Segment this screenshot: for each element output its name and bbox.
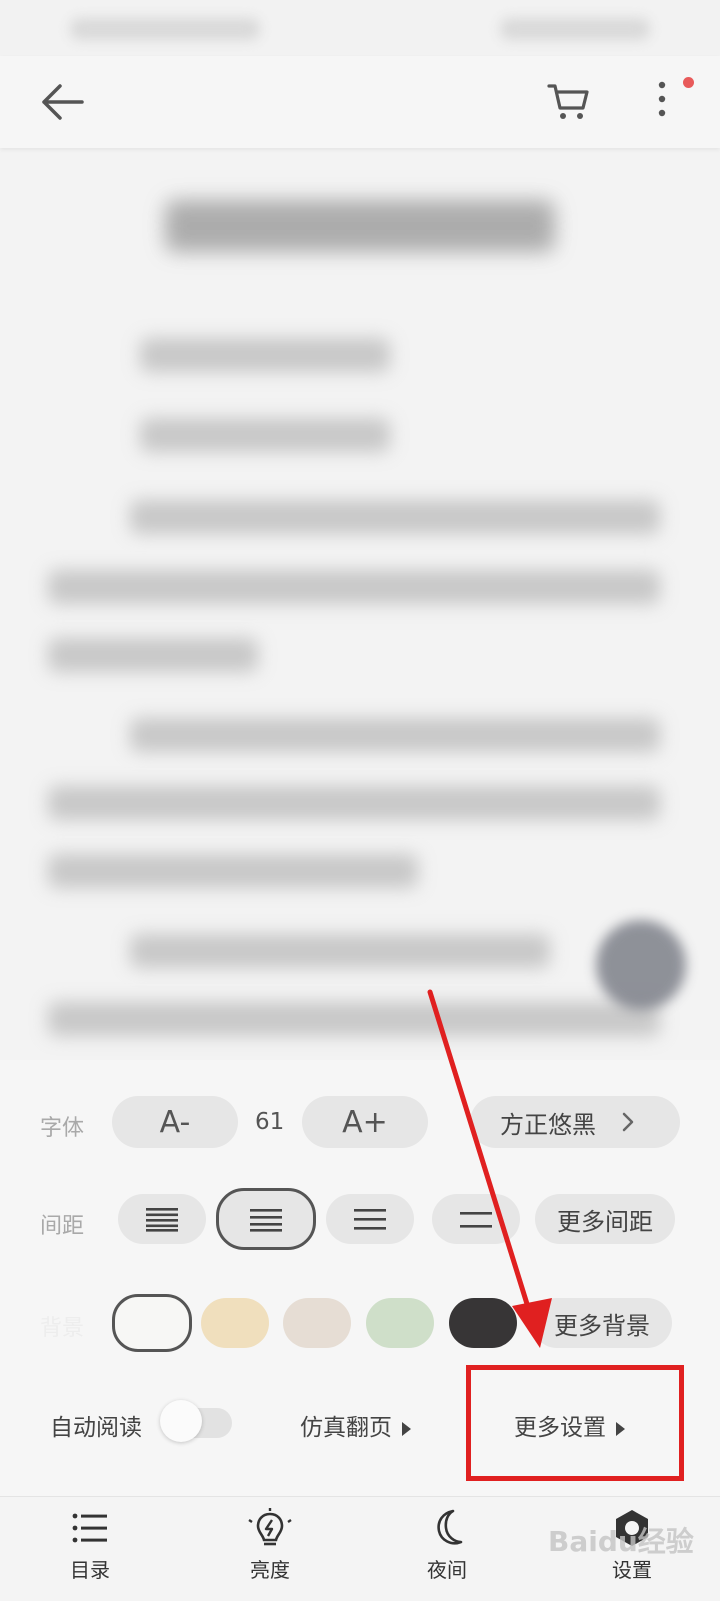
font-size-value: 61 (255, 1109, 285, 1135)
nav-label-night-mode: 夜间 (427, 1558, 467, 1582)
floating-button-blurred (596, 920, 686, 1010)
top-app-bar (0, 56, 720, 148)
background-swatch-beige[interactable] (201, 1298, 269, 1348)
more-vertical-icon (658, 81, 666, 117)
status-time-blurred (70, 18, 260, 40)
spacing-option-widest[interactable] (432, 1194, 520, 1244)
spacing-label: 间距 (40, 1214, 85, 1239)
brightness-icon (248, 1508, 292, 1546)
page-turn-mode-label: 仿真翻页 (300, 1415, 392, 1441)
page-turn-mode-button[interactable]: 仿真翻页 (300, 1408, 411, 1442)
spacing-dense-icon (146, 1208, 178, 1232)
background-swatch-dark[interactable] (449, 1298, 517, 1348)
background-swatch-white-selected[interactable] (112, 1294, 192, 1352)
reading-content-blurred (0, 150, 720, 1050)
spacing-loose-icon (354, 1209, 386, 1230)
more-spacing-button[interactable]: 更多间距 (535, 1194, 675, 1244)
spacing-normal-icon (250, 1209, 282, 1232)
watermark-text: Baidu经验 (548, 1525, 694, 1558)
nav-item-contents[interactable]: 目录 (40, 1508, 140, 1583)
font-family-label: 方正悠黑 (500, 1110, 596, 1139)
triangle-right-icon (402, 1421, 411, 1436)
back-button[interactable] (38, 80, 88, 124)
status-bar (0, 0, 720, 56)
spacing-widest-icon (460, 1212, 492, 1228)
cart-icon (547, 84, 589, 119)
moon-icon (437, 1509, 463, 1545)
more-background-button[interactable]: 更多背景 (532, 1298, 672, 1348)
font-family-button[interactable]: 方正悠黑 (470, 1096, 680, 1148)
auto-read-label: 自动阅读 (50, 1415, 142, 1441)
list-icon (72, 1513, 107, 1543)
more-menu-button[interactable] (648, 76, 678, 126)
chevron-right-icon (622, 1112, 634, 1132)
nav-item-night-mode[interactable]: 夜间 (397, 1508, 497, 1583)
background-label: 背景 (40, 1316, 85, 1341)
auto-read-toggle-knob[interactable] (160, 1400, 202, 1442)
background-swatch-green[interactable] (366, 1298, 434, 1348)
nav-item-brightness[interactable]: 亮度 (220, 1508, 320, 1583)
status-icons-blurred (500, 18, 650, 40)
spacing-option-dense[interactable] (118, 1194, 206, 1244)
font-label: 字体 (40, 1116, 85, 1141)
nav-label-contents: 目录 (70, 1558, 110, 1582)
annotation-highlight-box (466, 1365, 684, 1481)
back-arrow-icon (42, 84, 84, 120)
notification-dot (683, 77, 694, 88)
font-increase-button[interactable]: A+ (302, 1096, 428, 1148)
background-swatch-pink-gray[interactable] (283, 1298, 351, 1348)
nav-label-brightness: 亮度 (250, 1558, 290, 1582)
font-decrease-button[interactable]: A- (112, 1096, 238, 1148)
spacing-option-normal-selected[interactable] (216, 1188, 316, 1250)
spacing-option-loose[interactable] (326, 1194, 414, 1244)
cart-button[interactable] (546, 78, 592, 124)
